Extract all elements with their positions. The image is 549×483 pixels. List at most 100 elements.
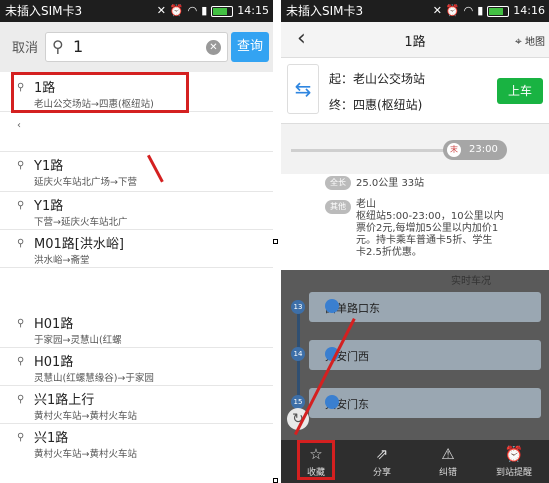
signal-icon: ▮ — [201, 4, 208, 17]
length-tag: 全长 — [325, 176, 351, 190]
report-error-button[interactable]: ⚠ 纠错 — [415, 440, 481, 483]
list-item[interactable]: ⚲ M01路[洪水峪] 洪水峪→斋堂 — [0, 230, 273, 268]
status-bar: 未插入SIM卡3 ✕ ⏰ ◠ ▮ 14:15 — [0, 0, 273, 22]
list-item-empty[interactable]: ‹ — [0, 112, 273, 152]
battery-icon — [487, 5, 510, 17]
search-icon: ⚲ — [17, 238, 25, 249]
bus-icon — [325, 395, 339, 409]
search-icon: ⚲ — [17, 160, 25, 171]
clear-icon[interactable]: ✕ — [206, 40, 221, 55]
stop-item[interactable]: 天安门西 — [309, 340, 541, 370]
search-icon: ‹ — [17, 120, 21, 131]
wifi-icon: ◠ — [463, 4, 474, 17]
alarm-icon: ⏰ — [504, 445, 524, 463]
share-icon: ⇗ — [375, 445, 389, 463]
route-subtitle: 洪水峪→斋堂 — [34, 255, 90, 266]
list-item[interactable]: ⚲ 兴1路 黄村火车站→黄村火车站 — [0, 424, 273, 462]
route-title: M01路[洪水峪] — [34, 237, 124, 252]
route-card: ⇆ 起：老山公交场站 终：四惠(枢纽站) 上车 — [281, 58, 549, 124]
last-bus-time: 末 23:00 — [443, 140, 507, 160]
time-slider[interactable]: 末 23:00 — [281, 124, 549, 174]
alarm-icon: ⏰ — [445, 4, 460, 17]
other-line-4: 元。持卡乘车普通卡5折、学生 — [356, 235, 493, 246]
last-bus-tag: 末 — [447, 143, 461, 157]
highlight-box — [297, 440, 335, 480]
route-subtitle: 黄村火车站→黄村火车站 — [34, 449, 137, 460]
carrier-text: 未插入SIM卡3 — [5, 4, 83, 18]
clock: 14:16 — [513, 4, 545, 17]
report-error-label: 纠错 — [438, 468, 457, 478]
origin-label: 起：老山公交场站 — [329, 72, 426, 86]
screenshot: 未插入SIM卡3 ✕ ⏰ ◠ ▮ 14:15 取消 ⚲ 1 ✕ 查询 ⚲ 1路 … — [0, 0, 549, 483]
other-line-1: 老山 — [356, 199, 376, 210]
route-subtitle: 于家园→灵慧山(红螺 — [34, 335, 122, 346]
realtime-banner: 实时车况 — [451, 276, 491, 287]
search-input[interactable]: ⚲ 1 ✕ — [45, 32, 228, 62]
route-title: H01路 — [34, 317, 74, 332]
board-button[interactable]: 上车 — [497, 78, 543, 104]
bus-icon — [325, 299, 339, 313]
other-tag: 其他 — [325, 200, 351, 214]
arrival-alert-label: 到站提醒 — [495, 468, 532, 478]
status-bar: 未插入SIM卡3 ✕ ⏰ ◠ ▮ 14:16 — [281, 0, 549, 22]
list-item[interactable]: ⚲ Y1路 下营→延庆火车站北广 — [0, 192, 273, 230]
route-info: 全长 25.0公里 33站 其他 老山 枢纽站5:00-23:00，10公里以内… — [281, 174, 549, 274]
direction-switch-icon[interactable]: ⇆ — [287, 64, 319, 114]
other-line-5: 卡2.5折优惠。 — [356, 247, 422, 258]
resize-handle — [273, 478, 278, 483]
list-item[interactable]: ⚲ H01路 于家园→灵慧山(红螺 — [0, 310, 273, 348]
share-button[interactable]: ⇗ 分享 — [349, 440, 415, 483]
search-icon: ⚲ — [17, 394, 25, 405]
mute-icon: ✕ — [432, 4, 442, 17]
map-button[interactable]: ⌖ 地图 — [515, 33, 545, 49]
stop-number: 14 — [291, 347, 305, 361]
highlight-box — [11, 72, 189, 113]
route-subtitle: 下营→延庆火车站北广 — [34, 217, 128, 228]
search-button[interactable]: 查询 — [231, 32, 269, 62]
list-item[interactable]: ⚲ H01路 灵慧山(红螺慧缘谷)→于家园 — [0, 348, 273, 386]
warning-icon: ⚠ — [441, 445, 455, 463]
cancel-button[interactable]: 取消 — [12, 37, 38, 56]
route-title: Y1路 — [34, 159, 64, 174]
length-text: 25.0公里 33站 — [356, 178, 425, 189]
route-title: 兴1路上行 — [34, 393, 95, 408]
arrival-alert-button[interactable]: ⏰ 到站提醒 — [481, 440, 547, 483]
stop-item[interactable]: 天安门东 — [309, 388, 541, 418]
alarm-icon: ⏰ — [169, 4, 184, 17]
route-title: Y1路 — [34, 199, 64, 214]
route-detail-screen: 未插入SIM卡3 ✕ ⏰ ◠ ▮ 14:16 ‹ 1路 ⌖ 地图 ⇆ 起：老山公… — [281, 0, 549, 483]
destination-label: 终：四惠(枢纽站) — [329, 98, 423, 112]
other-line-3: 票价2元,每增加5公里以内加价1 — [356, 223, 499, 234]
battery-icon — [211, 5, 234, 17]
mute-icon: ✕ — [156, 4, 166, 17]
search-icon: ⚲ — [52, 37, 64, 56]
title-bar: ‹ 1路 ⌖ 地图 — [281, 22, 549, 58]
search-icon: ⚲ — [17, 318, 25, 329]
map-pin-icon: ⌖ — [515, 34, 522, 48]
stop-number: 13 — [291, 300, 305, 314]
clock: 14:15 — [237, 4, 269, 17]
stop-item[interactable]: 西单路口东 — [309, 292, 541, 322]
route-title: 兴1路 — [34, 431, 69, 446]
last-bus-time-value: 23:00 — [469, 144, 498, 155]
list-item[interactable]: ⚲ Y1路 延庆火车站北广场→下营 — [0, 152, 273, 192]
carrier-text: 未插入SIM卡3 — [286, 4, 364, 18]
signal-icon: ▮ — [477, 4, 484, 17]
wifi-icon: ◠ — [187, 4, 198, 17]
search-input-value: 1 — [73, 37, 84, 56]
route-subtitle: 延庆火车站北广场→下营 — [34, 177, 137, 188]
search-icon: ⚲ — [17, 200, 25, 211]
page-title: 1路 — [404, 35, 426, 50]
route-subtitle: 黄村火车站→黄村火车站 — [34, 411, 137, 422]
resize-handle — [273, 239, 278, 244]
search-screen: 未插入SIM卡3 ✕ ⏰ ◠ ▮ 14:15 取消 ⚲ 1 ✕ 查询 ⚲ 1路 … — [0, 0, 273, 483]
stop-number: 15 — [291, 395, 305, 409]
search-icon: ⚲ — [17, 432, 25, 443]
search-icon: ⚲ — [17, 356, 25, 367]
list-item[interactable]: ⚲ 兴1路上行 黄村火车站→黄村火车站 — [0, 386, 273, 424]
map-label: 地图 — [525, 37, 545, 48]
route-subtitle: 灵慧山(红螺慧缘谷)→于家园 — [34, 373, 154, 384]
search-bar: 取消 ⚲ 1 ✕ 查询 — [0, 22, 273, 72]
share-label: 分享 — [372, 468, 391, 478]
route-title: H01路 — [34, 355, 74, 370]
